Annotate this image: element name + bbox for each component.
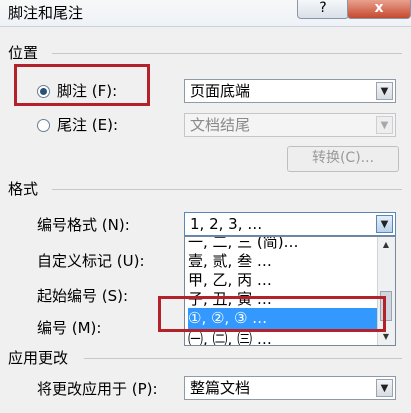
section-position-label: 位置 (8, 44, 39, 62)
apply-to-select[interactable]: 整篇文档 ▼ (184, 376, 396, 400)
footnote-label: 脚注 (F): (57, 82, 118, 100)
footnote-location-select[interactable]: 页面底端 ▼ (184, 79, 396, 103)
chevron-down-icon: ▼ (376, 116, 393, 134)
number-format-option[interactable]: 甲, 乙, 丙 … (188, 270, 378, 291)
footnote-location-value: 页面底端 (190, 82, 251, 100)
chevron-down-icon[interactable]: ▼ (376, 82, 393, 100)
apply-to-value: 整篇文档 (190, 379, 251, 397)
section-divider (84, 358, 402, 359)
apply-to-label: 将更改应用于 (P): (37, 380, 158, 398)
section-divider (52, 53, 402, 54)
start-at-label: 起始编号 (S): (37, 287, 129, 305)
chevron-down-icon[interactable]: ▼ (376, 215, 393, 233)
annotation-box-option (158, 296, 386, 332)
section-format-label: 格式 (8, 180, 39, 198)
chevron-down-icon[interactable]: ▼ (376, 379, 393, 397)
number-format-select[interactable]: 1, 2, 3, … ▼ (184, 212, 396, 236)
section-apply-label: 应用更改 (8, 349, 69, 367)
number-format-value: 1, 2, 3, … (190, 215, 263, 233)
number-format-option[interactable]: 壹, 贰, 叁 … (188, 251, 378, 272)
convert-button: 转换(C)... (287, 146, 399, 172)
custom-mark-label: 自定义标记 (U): (37, 252, 145, 270)
footnote-radio[interactable] (37, 85, 50, 98)
scroll-down-icon[interactable]: ▼ (380, 330, 392, 344)
endnote-radio[interactable] (37, 119, 50, 132)
scroll-up-icon[interactable]: ▲ (380, 238, 392, 252)
close-icon: x (374, 0, 384, 16)
numbering-label: 编号 (M): (37, 319, 102, 337)
endnote-location-select: 文档结尾 ▼ (184, 113, 396, 137)
dialog-title: 脚注和尾注 (8, 4, 84, 22)
endnote-location-value: 文档结尾 (190, 116, 251, 134)
close-button[interactable]: x (347, 0, 411, 19)
number-format-label: 编号格式 (N): (37, 216, 130, 234)
help-icon: ? (319, 0, 327, 16)
endnote-label: 尾注 (E): (57, 116, 119, 134)
help-button[interactable]: ? (297, 0, 349, 19)
section-divider (52, 189, 402, 190)
